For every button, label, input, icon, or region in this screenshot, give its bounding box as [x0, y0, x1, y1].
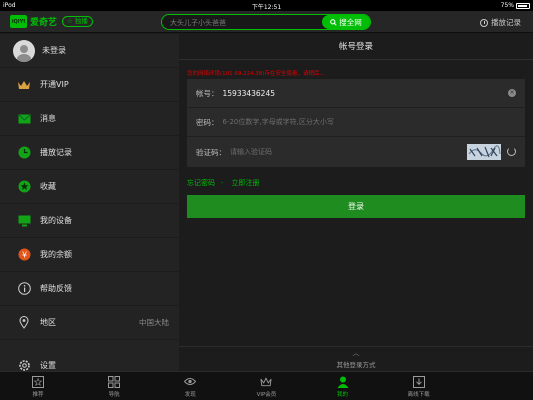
clear-icon[interactable]: × — [508, 89, 516, 97]
gear-icon — [17, 358, 31, 371]
search-icon — [330, 18, 337, 26]
search-button-label: 搜全网 — [339, 17, 362, 27]
sidebar-item-settings[interactable]: 设置 — [0, 348, 179, 371]
refresh-icon[interactable] — [507, 147, 516, 156]
download-icon — [412, 375, 425, 388]
sidebar-item-messages[interactable]: 消息 — [0, 102, 179, 136]
sidebar-item-label: 设置 — [40, 360, 56, 370]
eye-icon — [184, 376, 197, 388]
coin-icon: ¥ — [17, 248, 31, 262]
login-form: 帐号： 15933436245 × 密码： 6-20位数字,字母或字符,区分大小… — [187, 79, 525, 167]
captcha-image[interactable] — [467, 144, 501, 160]
sidebar-user[interactable]: 未登录 — [0, 34, 179, 68]
password-label: 密码： — [196, 117, 219, 127]
location-icon — [17, 316, 31, 330]
sidebar-item-label: 收藏 — [40, 182, 56, 191]
tab-label: 离线下载 — [407, 391, 430, 398]
history-label: 播放记录 — [491, 18, 521, 27]
error-message: 您的网络环境(101.69.224.38)存在安全隐患，请稍后... — [187, 71, 325, 77]
other-login-label: 其他登录方式 — [336, 361, 376, 369]
clock-icon — [17, 146, 31, 160]
register-link[interactable]: 立即注册 — [231, 179, 259, 187]
sidebar-item-label: 地区 — [40, 318, 56, 327]
tab-label: 推荐 — [32, 391, 44, 398]
iqiyi-logo-icon: iQIYI — [10, 15, 27, 28]
captcha-label: 验证码： — [196, 147, 226, 157]
crown-icon — [17, 78, 31, 92]
account-links: 忘记密码 · 立即注册 — [187, 178, 265, 188]
forgot-password-link[interactable]: 忘记密码 — [187, 179, 215, 187]
clock-icon — [480, 18, 488, 27]
region-value: 中国大陆 — [139, 318, 169, 327]
mail-icon — [17, 112, 31, 126]
account-row[interactable]: 帐号： 15933436245 × — [187, 79, 525, 108]
star-box-icon — [32, 375, 45, 388]
search-button[interactable]: 搜全网 — [322, 15, 370, 29]
sidebar: 未登录 开通VIP 消息 播放记录 收藏 我的设备 ¥ 我的余额 帮助反馈 地区… — [0, 34, 179, 371]
status-bar: iPod 下午12:51 75% — [0, 0, 533, 11]
tab-label: 我的 — [337, 391, 349, 398]
info-icon — [17, 282, 31, 296]
logo-text: 爱奇艺 — [30, 18, 58, 28]
link-separator: · — [221, 179, 224, 187]
sidebar-item-label: 帮助反馈 — [40, 284, 72, 293]
login-button[interactable]: 登录 — [187, 195, 525, 218]
battery-indicator: 75% — [501, 2, 530, 9]
sidebar-item-label: 开通VIP — [40, 80, 69, 89]
clock-time: 下午12:51 — [251, 4, 282, 11]
app-logo[interactable]: iQIYI 爱奇艺 — [10, 15, 57, 28]
tab-label: 发现 — [184, 391, 196, 398]
user-label: 未登录 — [42, 46, 66, 55]
svg-text:¥: ¥ — [21, 251, 26, 260]
captcha-row[interactable]: 验证码： 请输入验证码 — [187, 137, 525, 167]
account-label: 帐号： — [196, 88, 219, 98]
tab-offline-download[interactable]: 离线下载 — [381, 372, 457, 400]
search-box[interactable]: 大头儿子小头爸爸 搜全网 — [161, 14, 371, 30]
battery-percent: 75% — [500, 2, 514, 9]
sidebar-item-help[interactable]: 帮助反馈 — [0, 272, 179, 306]
tab-vip[interactable]: VIP会员 — [228, 372, 304, 400]
password-input[interactable]: 6-20位数字,字母或字符,区分大小写 — [223, 117, 334, 127]
tab-discover[interactable]: 发现 — [152, 372, 228, 400]
sidebar-item-region[interactable]: 地区 中国大陆 — [0, 306, 179, 340]
sidebar-item-label: 我的余额 — [40, 250, 72, 259]
exclusive-tag[interactable]: ☆ 独播 — [62, 16, 93, 27]
page-title: 帐号登录 — [179, 34, 533, 60]
monitor-icon — [17, 214, 31, 228]
sidebar-item-vip[interactable]: 开通VIP — [0, 68, 179, 102]
top-bar: iQIYI 爱奇艺 ☆ 独播 大头儿子小头爸爸 搜全网 播放记录 — [0, 11, 533, 33]
tab-mine[interactable]: 我的 — [305, 372, 381, 400]
account-input[interactable]: 15933436245 — [223, 89, 276, 98]
grid-icon — [108, 375, 121, 388]
tab-label: VIP会员 — [256, 391, 277, 398]
sidebar-item-devices[interactable]: 我的设备 — [0, 204, 179, 238]
search-input[interactable]: 大头儿子小头爸爸 — [170, 18, 226, 28]
tab-label: 导航 — [108, 391, 120, 398]
sidebar-item-label: 播放记录 — [40, 148, 72, 157]
sidebar-item-balance[interactable]: ¥ 我的余额 — [0, 238, 179, 272]
sidebar-item-history[interactable]: 播放记录 — [0, 136, 179, 170]
captcha-input[interactable]: 请输入验证码 — [230, 147, 272, 157]
password-row[interactable]: 密码： 6-20位数字,字母或字符,区分大小写 — [187, 108, 525, 137]
sidebar-item-favorites[interactable]: 收藏 — [0, 170, 179, 204]
tab-recommend[interactable]: 推荐 — [0, 372, 76, 400]
crown-icon — [260, 376, 272, 388]
battery-icon — [516, 2, 530, 9]
person-icon — [337, 376, 349, 388]
login-panel: 帐号登录 您的网络环境(101.69.224.38)存在安全隐患，请稍后... … — [179, 34, 533, 371]
chevron-up-icon: ︿ — [352, 349, 360, 357]
avatar — [13, 39, 35, 62]
history-button[interactable]: 播放记录 — [480, 17, 521, 28]
sidebar-item-label: 消息 — [40, 114, 56, 123]
star-icon — [17, 180, 31, 194]
bottom-nav: 推荐 导航 发现 VIP会员 我的 离线下载 — [0, 371, 533, 400]
other-login-toggle[interactable]: ︿ 其他登录方式 — [179, 346, 533, 371]
tab-navigation[interactable]: 导航 — [76, 372, 152, 400]
sidebar-item-label: 我的设备 — [40, 216, 72, 225]
